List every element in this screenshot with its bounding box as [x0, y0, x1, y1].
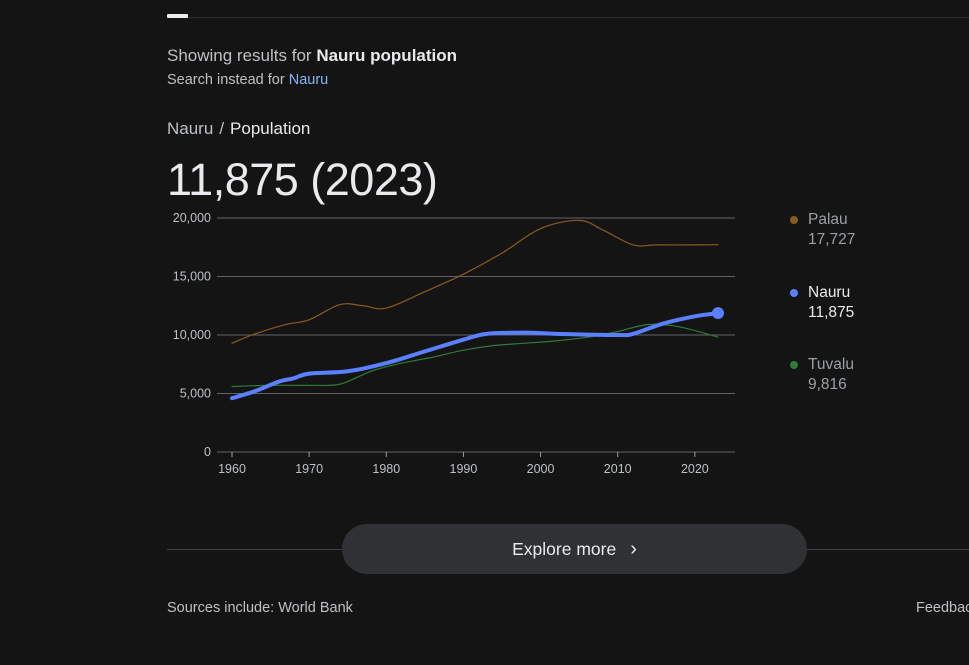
- explore-more-button[interactable]: Explore more ›: [342, 524, 807, 574]
- legend-item-palau[interactable]: Palau 17,727: [790, 210, 855, 250]
- sources-text: Sources include: World Bank: [167, 600, 353, 616]
- y-tick-label: 15,000: [173, 270, 211, 284]
- legend-value-tuvalu: 9,816: [808, 376, 847, 393]
- series-endpoint-nauru: [712, 307, 724, 320]
- legend-dot-nauru: [790, 289, 798, 297]
- x-tick-label: 2010: [604, 462, 632, 476]
- y-tick-label: 5,000: [180, 387, 211, 401]
- y-tick-label: 20,000: [173, 211, 211, 225]
- x-tick-label: 2000: [527, 462, 555, 476]
- legend-value-palau: 17,727: [808, 231, 856, 248]
- legend-name-tuvalu: Tuvalu: [808, 356, 854, 373]
- x-tick-label: 2020: [681, 462, 709, 476]
- legend-item-tuvalu[interactable]: Tuvalu 9,816: [790, 355, 854, 395]
- y-tick-label: 10,000: [173, 328, 211, 342]
- y-tick-label: 0: [204, 445, 211, 459]
- series-line-tuvalu: [231, 323, 719, 388]
- x-tick-label: 1990: [450, 462, 478, 476]
- explore-more-label: Explore more: [512, 538, 617, 559]
- legend-name-nauru: Nauru: [808, 284, 851, 301]
- legend-dot-tuvalu: [790, 361, 798, 369]
- feedback-link[interactable]: Feedback: [916, 600, 969, 616]
- legend-name-palau: Palau: [808, 211, 848, 228]
- chevron-right-icon: ›: [630, 537, 637, 560]
- x-tick-label: 1980: [372, 462, 400, 476]
- legend-value-nauru: 11,875: [808, 304, 855, 321]
- legend-item-nauru[interactable]: Nauru 11,875: [790, 283, 854, 323]
- x-tick-label: 1970: [295, 462, 323, 476]
- legend-dot-palau: [790, 216, 798, 224]
- x-tick-label: 1960: [218, 462, 246, 476]
